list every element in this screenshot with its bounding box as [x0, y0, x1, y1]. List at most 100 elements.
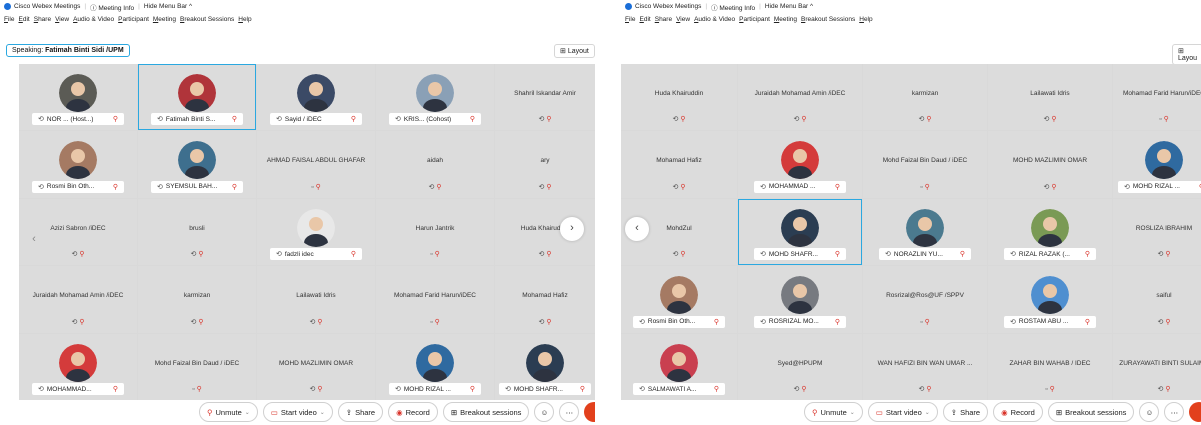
participant-tile[interactable]: ⟲MOHD RIZAL ...⚲ — [376, 333, 494, 400]
participant-tile[interactable]: Shahril Iskandar Amir ⟲ ⚲ — [495, 64, 595, 131]
participant-tile[interactable]: aidah ⟲ ⚲ — [376, 131, 494, 198]
participant-tile[interactable]: ⟲ MOHAMMAD ... ⚲ — [738, 131, 862, 198]
reactions-button[interactable]: ☺ — [1139, 402, 1160, 422]
menu-item[interactable]: File — [625, 16, 636, 23]
participant-tile[interactable]: ⟲MOHD RIZAL ...⚲ — [1113, 131, 1201, 198]
previous-page-arrow[interactable]: ‹ — [22, 228, 46, 252]
breakout-sessions-button[interactable]: ⊞ Breakout sessions — [1047, 402, 1135, 422]
participant-tile[interactable]: ⟲ Sayid / iDEC ⚲ — [257, 64, 375, 131]
participant-status: ⟲ ⚲ — [138, 250, 256, 258]
menu-item[interactable]: Audio & Video — [694, 16, 735, 23]
layout-button[interactable]: ⊞ Layou — [1172, 44, 1201, 65]
menu-item[interactable]: Meeting — [774, 16, 797, 23]
participant-tile[interactable]: ⟲ MOHD SHAFR... ⚲ — [495, 333, 595, 400]
participant-tile[interactable]: karmizan ⟲ ⚲ — [863, 64, 987, 131]
participant-tile[interactable]: Rosrizal@Ros@UF /SPPV ▫ ⚲ — [863, 266, 987, 333]
meeting-info-button[interactable]: ⓘ Meeting Info — [711, 2, 755, 12]
participant-tile[interactable]: ⟲ MOHAMMAD... ⚲ — [19, 333, 137, 400]
menu-item[interactable]: File — [4, 16, 15, 23]
participant-name: brusli — [189, 224, 205, 232]
participant-tile[interactable]: Mohd Faizal Bin Daud / iDEC ▫ ⚲ — [138, 333, 256, 400]
participant-name: Syed@HPUPM — [777, 359, 823, 367]
participant-tile[interactable]: Huda Khairuddin ⟲ ⚲ — [621, 64, 737, 131]
next-page-arrow[interactable]: › — [560, 217, 584, 241]
participant-tile[interactable]: Lailawati Idris ⟲ ⚲ — [257, 266, 375, 333]
participant-status: ⟲ ⚲ — [257, 318, 375, 326]
unmute-button[interactable]: ⚲ Unmute ⌄ — [199, 402, 258, 422]
participant-tile[interactable]: brusli ⟲ ⚲ — [138, 198, 256, 266]
menu-item[interactable]: Help — [238, 16, 251, 23]
menu-item[interactable]: Share — [655, 16, 672, 23]
participant-tile-selected[interactable]: ⟲ MOHD SHAFR... ⚲ — [738, 198, 862, 266]
participant-tile[interactable]: ⟲ Rosmi Bin Oth... ⚲ — [19, 131, 137, 198]
menu-item[interactable]: Participant — [739, 16, 770, 23]
speaker-bar: Speaking: Fatimah Binti Sidi /UPM ⊞ Layo… — [0, 40, 595, 60]
participant-tile[interactable]: Mohamad Hafiz ⟲ ⚲ — [495, 266, 595, 333]
participant-tile[interactable]: ⟲ SALMAWATI A... ⚲ — [621, 333, 737, 400]
menu-item[interactable]: Participant — [118, 16, 149, 23]
unmute-button[interactable]: ⚲ Unmute ⌄ — [804, 402, 863, 422]
muted-mic-icon: ⚲ — [959, 251, 965, 259]
participant-tile[interactable]: karmizan ⟲ ⚲ — [138, 266, 256, 333]
end-meeting-button[interactable] — [1189, 402, 1201, 422]
muted-mic-icon: ⚲ — [434, 251, 440, 259]
participant-tile[interactable]: Mohamad Farid Harun/iDEC ▫ ⚲ — [1113, 64, 1201, 131]
start-video-button[interactable]: ▭ Start video ⌄ — [867, 402, 938, 422]
participant-tile[interactable]: MOHD MAZLIMIN OMAR ⟲ ⚲ — [257, 333, 375, 400]
participant-tile[interactable]: ⟲ fadzli idec ⚲ — [257, 198, 375, 266]
participant-tile[interactable]: ROSLIZA IBRAHIM ⟲ ⚲ — [1113, 198, 1201, 266]
participant-tile[interactable]: Mohd Faizal Bin Daud / iDEC ▫ ⚲ — [863, 131, 987, 198]
participant-tile[interactable]: saiful ⟲ ⚲ — [1113, 266, 1201, 333]
participant-tile[interactable]: ⟲ ROSRIZAL MO... ⚲ — [738, 266, 862, 333]
menu-item[interactable]: Edit — [19, 16, 30, 23]
participant-tile[interactable]: MOHD MAZLIMIN OMAR ⟲ ⚲ — [988, 131, 1112, 198]
meeting-info-button[interactable]: ⓘ Meeting Info — [90, 2, 134, 12]
participant-tile[interactable]: Juraidah Mohamad Amin /iDEC ⟲ ⚲ — [19, 266, 137, 333]
muted-mic-icon: ⚲ — [1084, 318, 1090, 326]
breakout-sessions-button[interactable]: ⊞ Breakout sessions — [442, 402, 530, 422]
participant-tile[interactable]: ⟲ SYEMSUL BAH... ⚲ — [138, 131, 256, 198]
participant-tile[interactable]: ary ⟲ ⚲ — [495, 131, 595, 198]
record-button[interactable]: ◉ Record — [388, 402, 438, 422]
participant-tile[interactable]: ZAHAR BIN WAHAB / IDEC ▫ ⚲ — [988, 333, 1112, 400]
participant-tile[interactable]: Syed@HPUPM ⟲ ⚲ — [738, 333, 862, 400]
record-button[interactable]: ◉ Record — [993, 402, 1043, 422]
participant-tile[interactable]: ⟲ NORAZLIN YU... ⚲ — [863, 198, 987, 266]
start-video-button[interactable]: ▭ Start video ⌄ — [262, 402, 333, 422]
connection-icon: ⟲ — [760, 318, 766, 326]
menu-item[interactable]: Breakout Sessions — [180, 16, 234, 23]
menu-item[interactable]: Share — [34, 16, 51, 23]
participant-tile[interactable]: Mohamad Hafiz ⟲ ⚲ — [621, 131, 737, 198]
participant-tile[interactable]: AHMAD FAISAL ABDUL GHAFAR ▫ ⚲ — [257, 131, 375, 198]
muted-mic-icon: ⚲ — [196, 386, 202, 393]
participant-tile[interactable]: WAN HAFIZI BIN WAN UMAR ... ⟲ ⚲ — [863, 333, 987, 400]
participant-tile[interactable]: Juraidah Mohamad Amin /iDEC ⟲ ⚲ — [738, 64, 862, 131]
menu-item[interactable]: Breakout Sessions — [801, 16, 855, 23]
previous-page-arrow[interactable]: ‹ — [625, 217, 649, 241]
layout-button[interactable]: ⊞ Layout — [554, 44, 595, 58]
share-button[interactable]: ⇪ Share — [942, 402, 989, 422]
participant-tile[interactable]: ⟲ KRIS... (Cohost) ⚲ — [376, 64, 494, 131]
participant-tile[interactable]: Harun Jantrik ▫ ⚲ — [376, 198, 494, 266]
menu-item[interactable]: View — [676, 16, 690, 23]
participant-tile[interactable]: ⟲ NOR ... (Host...) ⚲ — [19, 64, 137, 131]
participant-tile-selected[interactable]: ⟲ Fatimah Binti S... ⚲ — [138, 64, 256, 131]
menu-item[interactable]: Audio & Video — [73, 16, 114, 23]
participant-tile[interactable]: ⟲ Rosmi Bin Oth... ⚲ — [621, 266, 737, 333]
participant-tile[interactable]: ZURAYAWATI BINTI SULAIMA ⟲ ⚲ — [1113, 333, 1201, 400]
hide-menu-bar-button[interactable]: Hide Menu Bar ^ — [144, 3, 192, 10]
share-button[interactable]: ⇪ Share — [337, 402, 384, 422]
participant-tile[interactable]: Mohamad Farid Harun/iDEC ▫ ⚲ — [376, 266, 494, 333]
menu-item[interactable]: View — [55, 16, 69, 23]
reactions-button[interactable]: ☺ — [534, 402, 555, 422]
menu-item[interactable]: Meeting — [153, 16, 176, 23]
participant-tile[interactable]: Lailawati Idris ⟲ ⚲ — [988, 64, 1112, 131]
menu-item[interactable]: Edit — [640, 16, 651, 23]
more-options-button[interactable]: ⋯ — [1164, 402, 1185, 422]
end-meeting-button[interactable] — [584, 402, 595, 422]
more-options-button[interactable]: ⋯ — [559, 402, 580, 422]
participant-tile[interactable]: ⟲ RIZAL RAZAK (... ⚲ — [988, 198, 1112, 266]
participant-tile[interactable]: ⟲ ROSTAM ABU ... ⚲ — [988, 266, 1112, 333]
hide-menu-bar-button[interactable]: Hide Menu Bar ^ — [765, 3, 813, 10]
menu-item[interactable]: Help — [859, 16, 872, 23]
